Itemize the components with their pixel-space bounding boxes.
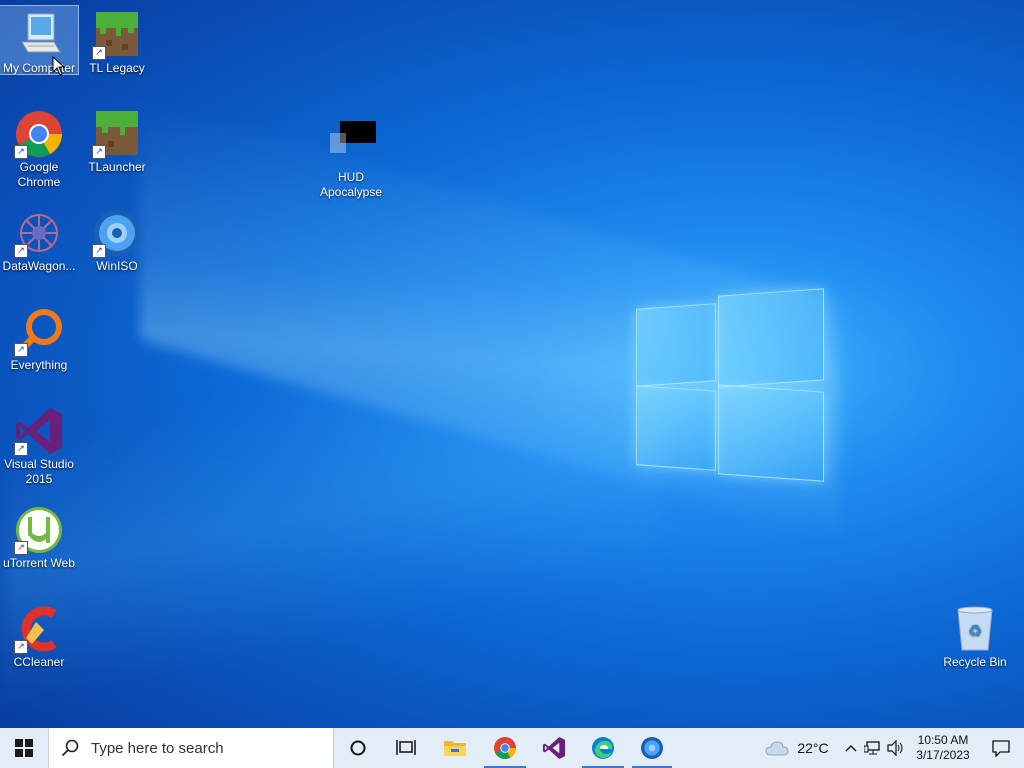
search-icon — [61, 739, 79, 757]
notification-icon — [992, 740, 1010, 757]
black-window-icon — [326, 119, 376, 169]
ccleaner-icon: ↗ — [14, 604, 64, 654]
desktop-icon-label: DataWagon... — [2, 259, 76, 273]
volume-button[interactable] — [884, 728, 908, 768]
desktop-icon-utorrent-web[interactable]: ↗ uTorrent Web — [0, 501, 78, 571]
desktop-icon-winiso[interactable]: ↗ WinISO — [78, 204, 156, 274]
desktop-icon-label: My Computer — [2, 61, 76, 75]
taskbar-winiso[interactable] — [628, 728, 676, 768]
file-explorer-icon — [444, 741, 466, 756]
desktop-icon-hud-apocalypse[interactable]: HUD Apocalypse — [312, 115, 390, 200]
desktop-icon-tlauncher[interactable]: ↗ TLauncher — [78, 105, 156, 175]
minecraft-grass-icon: ↗ — [92, 109, 142, 159]
network-button[interactable] — [862, 728, 884, 768]
shortcut-arrow-icon: ↗ — [14, 442, 28, 456]
desktop-icon-label: HUD Apocalypse — [319, 170, 383, 199]
shortcut-arrow-icon: ↗ — [14, 541, 28, 555]
shortcut-arrow-icon: ↗ — [14, 640, 28, 654]
utorrent-icon: ↗ — [14, 505, 64, 555]
desktop-icon-label: Visual Studio 2015 — [4, 457, 74, 486]
desktop-icon-ccleaner[interactable]: ↗ CCleaner — [0, 600, 78, 670]
task-view-button[interactable] — [382, 728, 430, 768]
desktop-icon-google-chrome[interactable]: ↗ Google Chrome — [0, 105, 78, 190]
windows-start-icon — [15, 739, 33, 757]
clock-time: 10:50 AM — [917, 733, 969, 747]
shortcut-arrow-icon: ↗ — [92, 145, 106, 159]
taskbar-chrome[interactable] — [480, 728, 530, 768]
speaker-icon — [887, 740, 903, 756]
computer-icon — [14, 10, 64, 60]
mouse-cursor-icon — [52, 56, 66, 76]
edge-icon — [592, 737, 614, 759]
shortcut-arrow-icon: ↗ — [14, 343, 28, 357]
taskbar-search-box[interactable]: Type here to search — [48, 728, 334, 768]
wallpaper-light-beam — [0, 309, 660, 711]
show-hidden-icons-button[interactable] — [840, 728, 862, 768]
desktop-icon-visual-studio-2015[interactable]: ↗ Visual Studio 2015 — [0, 402, 78, 487]
desktop-icon-label: Google Chrome — [17, 160, 61, 189]
cortana-button[interactable] — [334, 728, 382, 768]
shortcut-arrow-icon: ↗ — [14, 244, 28, 258]
desktop-icon-label: uTorrent Web — [3, 556, 75, 570]
task-view-icon — [396, 740, 416, 755]
weather-temperature: 22°C — [797, 740, 829, 756]
disc-icon: ↗ — [92, 208, 142, 258]
taskbar: Type here to search 22°C 10:50 AM 3/17/2… — [0, 728, 1024, 768]
desktop-icon-everything[interactable]: ↗ Everything — [0, 303, 78, 373]
windows-logo-wallpaper — [636, 288, 824, 482]
search-placeholder: Type here to search — [91, 739, 224, 757]
taskbar-edge[interactable] — [578, 728, 628, 768]
desktop-icon-label: WinISO — [96, 259, 138, 273]
chrome-icon — [493, 736, 517, 760]
recycle-bin-icon: ♻ — [950, 604, 1000, 654]
chevron-up-icon — [845, 745, 857, 752]
desktop-icon-label: Everything — [10, 358, 68, 372]
desktop-icon-recycle-bin[interactable]: ♻ Recycle Bin — [936, 600, 1014, 670]
cloud-icon — [765, 741, 789, 756]
taskbar-visual-studio[interactable] — [530, 728, 578, 768]
desktop-icon-label: CCleaner — [13, 655, 65, 669]
shortcut-arrow-icon: ↗ — [92, 244, 106, 258]
taskbar-file-explorer[interactable] — [430, 728, 480, 768]
visual-studio-icon — [542, 736, 566, 760]
weather-widget[interactable]: 22°C — [760, 728, 834, 768]
shortcut-arrow-icon: ↗ — [92, 46, 106, 60]
visual-studio-icon: ↗ — [14, 406, 64, 456]
cortana-icon — [350, 740, 366, 756]
clock[interactable]: 10:50 AM 3/17/2023 — [908, 728, 978, 768]
desktop-icon-label: Recycle Bin — [943, 655, 1007, 669]
datawagon-icon: ↗ — [14, 208, 64, 258]
action-center-button[interactable] — [978, 728, 1024, 768]
winiso-icon — [640, 736, 664, 760]
desktop-icon-datawagon[interactable]: ↗ DataWagon... — [0, 204, 78, 274]
svg-text:♻: ♻ — [968, 621, 982, 640]
start-button[interactable] — [0, 728, 48, 768]
shortcut-arrow-icon: ↗ — [14, 145, 28, 159]
desktop-icon-tl-legacy[interactable]: ↗ TL Legacy — [78, 6, 156, 76]
minecraft-grass-icon: ↗ — [92, 10, 142, 60]
clock-date: 3/17/2023 — [916, 748, 970, 762]
network-icon — [864, 741, 880, 755]
desktop-icon-label: TLauncher — [88, 160, 146, 174]
magnifier-icon: ↗ — [14, 307, 64, 357]
desktop-icon-my-computer[interactable]: My Computer — [0, 5, 79, 75]
desktop-icon-label: TL Legacy — [89, 61, 145, 75]
chrome-icon: ↗ — [14, 109, 64, 159]
